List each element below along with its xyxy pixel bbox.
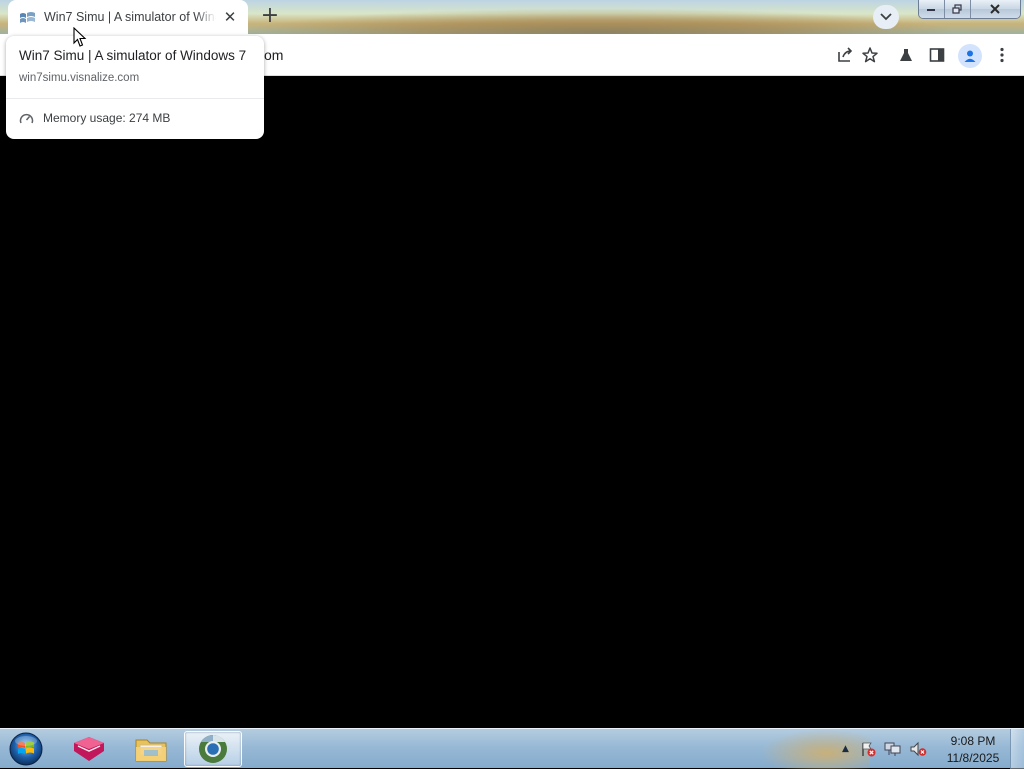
chevron-down-icon[interactable] <box>873 5 899 29</box>
volume-muted-icon[interactable] <box>909 740 927 758</box>
share-icon[interactable] <box>834 44 856 66</box>
minimize-icon[interactable] <box>919 0 945 18</box>
chrome-browser-icon[interactable] <box>184 731 242 767</box>
memory-usage-label: Memory usage: 274 MB <box>43 111 171 125</box>
browser-tab[interactable]: Win7 Simu | A simulator of Windows 7 ✕ <box>8 0 248 34</box>
experiments-flask-icon[interactable] <box>895 44 917 66</box>
clock-time: 9:08 PM <box>950 734 996 748</box>
hover-card-memory: Memory usage: 274 MB <box>19 111 170 125</box>
hover-card-title: Win7 Simu | A simulator of Windows 7 <box>19 48 247 63</box>
hover-card-domain: win7simu.visnalize.com <box>19 72 140 84</box>
gauge-icon <box>19 113 34 123</box>
omnibox[interactable]: om <box>264 47 283 63</box>
window-caption-buttons <box>918 0 1021 19</box>
plus-icon[interactable]: + <box>258 5 282 29</box>
hover-card-divider <box>6 98 264 99</box>
restore-icon[interactable] <box>944 0 971 18</box>
windows-start-orb-icon[interactable] <box>6 731 46 767</box>
tab-title: Win7 Simu | A simulator of Windows 7 <box>44 10 216 24</box>
file-explorer-folder-icon[interactable] <box>122 731 180 767</box>
show-hidden-icons-arrow[interactable]: ▲ <box>842 744 849 754</box>
profile-icon[interactable] <box>958 44 982 68</box>
windows-flag-icon <box>19 10 36 24</box>
mouse-cursor-icon <box>73 26 87 52</box>
close-icon[interactable] <box>970 0 1020 18</box>
menu-dots-icon[interactable] <box>991 44 1013 66</box>
action-center-flag-icon[interactable] <box>859 740 877 758</box>
windows-taskbar: ▲ 9:08 PM 11/8/2025 <box>0 728 1024 769</box>
page-content[interactable] <box>0 77 1024 728</box>
wallpaper-peek <box>240 8 960 34</box>
pink-shield-app-icon[interactable] <box>60 731 118 767</box>
side-panel-icon[interactable] <box>926 44 948 66</box>
show-desktop-button[interactable] <box>1010 729 1024 769</box>
network-icon[interactable] <box>884 740 902 758</box>
taskbar-clock[interactable]: 9:08 PM 11/8/2025 <box>938 733 1008 767</box>
clock-date: 11/8/2025 <box>946 751 1000 765</box>
system-tray: ▲ <box>842 729 934 769</box>
close-icon[interactable]: ✕ <box>222 9 238 25</box>
tab-hover-card: Win7 Simu | A simulator of Windows 7 win… <box>6 36 264 139</box>
star-icon[interactable] <box>859 44 881 66</box>
